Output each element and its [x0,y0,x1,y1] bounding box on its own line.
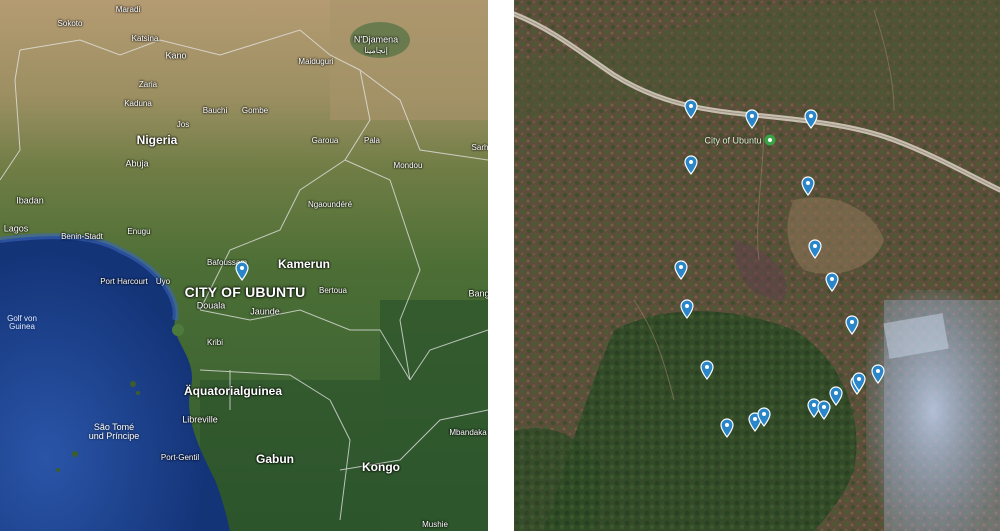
city-label: Bauchi [202,106,228,115]
city-label: Port Harcourt [100,277,148,286]
city-label: Sarh [471,143,488,152]
city-label: Bang [468,288,488,299]
city-label-arabic: إنجامينا [364,46,388,55]
country-label: Gabun [256,452,294,466]
map-pin-icon[interactable] [804,109,818,129]
city-label: Kano [165,50,187,61]
map-pin-icon[interactable] [871,364,885,384]
city-label: Uyo [155,277,171,286]
map-pin-icon[interactable] [817,400,831,420]
country-label: Äquatorialguinea [183,384,283,398]
map-pin-icon[interactable] [674,260,688,280]
local-map-background [514,0,1000,531]
map-pin-icon[interactable] [684,155,698,175]
country-label: Kongo [362,460,400,474]
green-place-icon[interactable] [764,134,776,146]
city-label: Douala [196,300,226,311]
city-label: Port-Gentil [160,453,200,462]
city-label: Zaria [138,80,158,89]
sea-label: Golf von Guinea [7,314,37,331]
country-label: Nigeria [136,133,178,147]
map-pin-icon[interactable] [757,407,771,427]
map-pin-icon[interactable] [720,418,734,438]
city-label: Abuja [125,158,149,169]
country-label: Kamerun [277,257,331,271]
city-label: Pala [363,136,381,145]
place-label: City of Ubuntu [704,135,762,146]
city-of-ubuntu-label: CITY OF UBUNTU [184,284,306,300]
city-label: Jos [176,120,190,129]
map-pin-icon[interactable] [235,261,249,281]
city-label: Enugu [127,227,151,236]
map-pin-icon[interactable] [845,315,859,335]
city-label: Ngaoundéré [307,200,353,209]
local-satellite-map[interactable]: City of Ubuntu [514,0,1000,531]
map-pin-icon[interactable] [829,386,843,406]
map-pin-icon[interactable] [852,372,866,392]
map-pin-icon[interactable] [745,109,759,129]
city-label: Kribi [206,338,224,347]
map-pin-icon[interactable] [700,360,714,380]
map-pin-icon[interactable] [680,299,694,319]
city-label: Maradi [115,5,141,14]
city-label: Jaunde [250,306,280,317]
city-label: Mondou [393,161,423,170]
map-pin-icon[interactable] [808,239,822,259]
city-label: Mbandaka [449,428,487,437]
city-label: Lagos [3,223,29,234]
city-label: Benin-Stadt [61,232,103,241]
regional-satellite-map[interactable]: Maradi Sokoto Katsina Kano Maiduguri N'D… [0,0,488,531]
map-pin-icon[interactable] [825,272,839,292]
city-label: N'Djamena [353,34,399,45]
city-label: Kaduna [124,99,152,108]
city-label: Libreville [182,414,218,425]
island-label: São Tomé und Príncipe [88,422,140,441]
city-label: Bertoua [318,286,348,295]
city-label: Gombe [241,106,269,115]
city-label: Mushie [422,520,448,529]
city-label: Garoua [311,136,339,145]
map-pin-icon[interactable] [801,176,815,196]
city-label: Katsina [131,34,159,43]
city-label: Sokoto [57,19,83,28]
city-label: Ibadan [16,195,44,206]
city-label: Maiduguri [298,57,334,66]
map-pin-icon[interactable] [684,99,698,119]
